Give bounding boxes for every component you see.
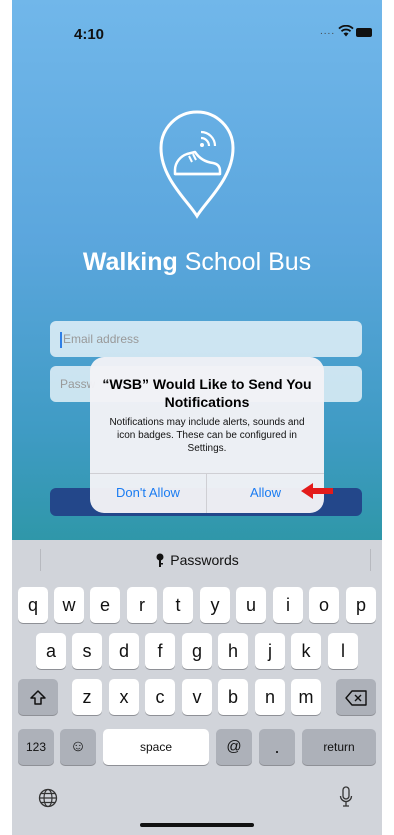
wifi-icon [338, 25, 354, 37]
backspace-icon [345, 690, 367, 706]
key-e[interactable]: e [90, 587, 120, 623]
key-m[interactable]: m [291, 679, 321, 715]
shoe-location-pin-logo [159, 110, 235, 219]
key-t[interactable]: t [163, 587, 193, 623]
key-u[interactable]: u [236, 587, 266, 623]
key-l[interactable]: l [328, 633, 358, 669]
key-w[interactable]: w [54, 587, 84, 623]
key-icon [156, 553, 164, 567]
delete-key[interactable] [336, 679, 376, 715]
key-f[interactable]: f [145, 633, 175, 669]
alert-title: “WSB” Would Like to Send You Notificatio… [102, 376, 312, 410]
key-v[interactable]: v [182, 679, 212, 715]
numbers-key[interactable]: 123 [18, 729, 54, 765]
at-key[interactable]: @ [216, 729, 252, 765]
key-p[interactable]: p [346, 587, 376, 623]
status-time: 4:10 [74, 26, 105, 43]
email-field[interactable]: Email address [50, 321, 362, 357]
app-title: Walking School Bus [82, 248, 312, 276]
shift-icon [30, 690, 46, 705]
key-z[interactable]: z [72, 679, 102, 715]
passwords-suggestion[interactable]: Passwords [12, 540, 382, 580]
phone-screen: 4:10 .... Walking School Bus Email addre… [12, 0, 382, 835]
key-x[interactable]: x [109, 679, 139, 715]
key-o[interactable]: o [309, 587, 339, 623]
notification-permission-alert: “WSB” Would Like to Send You Notificatio… [90, 357, 324, 513]
emoji-key[interactable]: ☺ [60, 729, 96, 765]
alert-message: Notifications may include alerts, sounds… [109, 417, 305, 454]
red-arrow-icon [301, 483, 333, 499]
key-q[interactable]: q [18, 587, 48, 623]
key-g[interactable]: g [182, 633, 212, 669]
return-key[interactable]: return [302, 729, 376, 765]
key-d[interactable]: d [109, 633, 139, 669]
key-j[interactable]: j [255, 633, 285, 669]
key-a[interactable]: a [36, 633, 66, 669]
key-b[interactable]: b [218, 679, 248, 715]
key-y[interactable]: y [200, 587, 230, 623]
microphone-icon[interactable] [339, 786, 353, 808]
key-c[interactable]: c [145, 679, 175, 715]
suggestion-bar: Passwords [12, 540, 382, 580]
battery-icon [356, 28, 372, 37]
key-k[interactable]: k [291, 633, 321, 669]
space-key[interactable]: space [103, 729, 209, 765]
shift-key[interactable] [18, 679, 58, 715]
signal-dots: .... [320, 26, 336, 37]
dont-allow-button[interactable]: Don't Allow [90, 473, 206, 513]
key-s[interactable]: s [72, 633, 102, 669]
dot-key[interactable]: . [259, 729, 295, 765]
key-i[interactable]: i [273, 587, 303, 623]
keyboard: Passwords q w e r t y u i o p a s d f g … [12, 540, 382, 835]
globe-icon[interactable] [38, 788, 58, 808]
key-h[interactable]: h [218, 633, 248, 669]
home-indicator [140, 823, 254, 827]
key-n[interactable]: n [255, 679, 285, 715]
key-r[interactable]: r [127, 587, 157, 623]
